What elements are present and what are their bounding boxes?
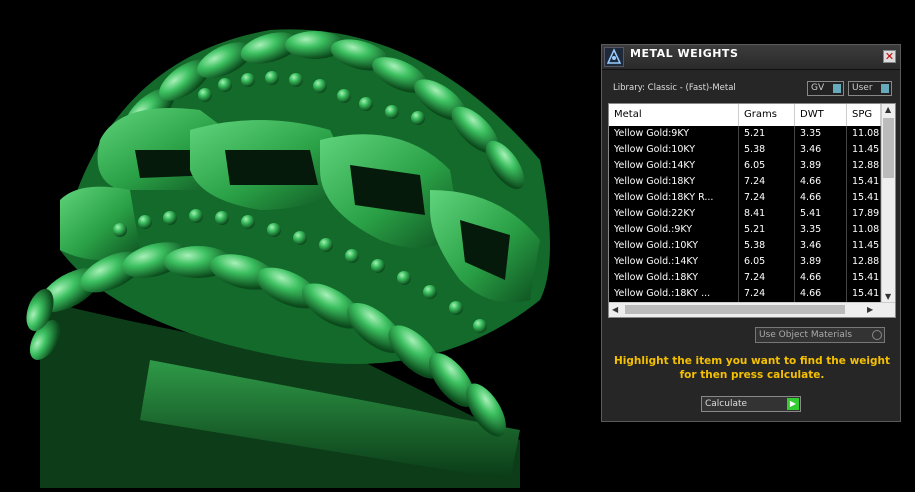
3d-viewport[interactable] [0,0,598,488]
vertical-scroll-thumb[interactable] [883,118,894,178]
table-cell-dwt: 3.46 [795,238,847,254]
table-cell-spg: 11.08 [847,126,881,142]
horizontal-scrollbar[interactable]: ◀ ▶ [609,302,895,317]
table-cell-grams: 6.05 [739,254,795,270]
ring-model[interactable] [0,0,598,488]
instruction-text: Highlight the item you want to find the … [614,355,890,381]
table-cell-spg: 15.41 [847,286,881,302]
table-cell-dwt: 3.89 [795,158,847,174]
table-cell-spg: 12.88 [847,254,881,270]
use-object-materials-button[interactable]: Use Object Materials [755,327,885,343]
table-cell-dwt: 3.46 [795,142,847,158]
table-cell-spg: 15.41 [847,270,881,286]
toggle-indicator-icon [833,84,841,93]
table-cell-grams: 5.21 [739,222,795,238]
table-cell-spg: 17.89 [847,206,881,222]
table-cell-dwt: 5.41 [795,206,847,222]
table-cell-spg: 15.41 [847,190,881,206]
play-arrow-icon[interactable]: ▶ [787,398,799,410]
table-row[interactable]: Yellow Gold:9KY 5.21 3.35 11.08 [609,126,881,142]
col-header-grams[interactable]: Grams [739,104,795,126]
table-cell-grams: 7.24 [739,174,795,190]
table-row[interactable]: Yellow Gold:10KY 5.38 3.46 11.45 [609,142,881,158]
table-cell-dwt: 4.66 [795,174,847,190]
table-row[interactable]: Yellow Gold.:18KY ... 7.24 4.66 15.41 [609,286,881,302]
user-toggle[interactable]: User [848,81,892,96]
table-cell-spg: 12.88 [847,158,881,174]
table-cell-metal: Yellow Gold.:18KY [609,270,739,286]
scroll-right-icon[interactable]: ▶ [867,305,873,314]
table-cell-metal: Yellow Gold:18KY [609,174,739,190]
table-cell-grams: 8.41 [739,206,795,222]
calculate-button[interactable]: Calculate ▶ [701,396,801,412]
toggle-indicator-icon [881,84,889,93]
table-cell-spg: 11.08 [847,222,881,238]
table-cell-metal: Yellow Gold:14KY [609,158,739,174]
table-cell-grams: 6.05 [739,158,795,174]
table-cell-metal: Yellow Gold.:18KY ... [609,286,739,302]
library-label: Library: Classic - (Fast)-Metal [613,83,736,93]
use-object-materials-label: Use Object Materials [759,330,853,340]
table-cell-grams: 7.24 [739,286,795,302]
table-row[interactable]: Yellow Gold:18KY R... 7.24 4.66 15.41 [609,190,881,206]
user-label: User [852,83,873,93]
table-row[interactable]: Yellow Gold:22KY 8.41 5.41 17.89 [609,206,881,222]
table-cell-metal: Yellow Gold.:10KY [609,238,739,254]
table-cell-dwt: 4.66 [795,286,847,302]
table-row[interactable]: Yellow Gold.:14KY 6.05 3.89 12.88 [609,254,881,270]
table-row[interactable]: Yellow Gold:14KY 6.05 3.89 12.88 [609,158,881,174]
table-cell-metal: Yellow Gold.:14KY [609,254,739,270]
table-cell-dwt: 3.35 [795,222,847,238]
close-icon[interactable]: ✕ [883,50,896,63]
table-row[interactable]: Yellow Gold.:18KY 7.24 4.66 15.41 [609,270,881,286]
metal-weights-panel: METAL WEIGHTS ✕ Library: Classic - (Fast… [601,44,901,422]
table-cell-grams: 5.38 [739,238,795,254]
scroll-down-icon[interactable]: ▼ [885,292,891,301]
vertical-scrollbar[interactable]: ▲ ▼ [881,104,895,304]
table-row[interactable]: Yellow Gold.:9KY 5.21 3.35 11.08 [609,222,881,238]
app-logo-icon [604,47,624,67]
table-cell-spg: 11.45 [847,142,881,158]
panel-titlebar[interactable]: METAL WEIGHTS ✕ [602,45,900,70]
table-row[interactable]: Yellow Gold:18KY 7.24 4.66 15.41 [609,174,881,190]
table-cell-grams: 5.38 [739,142,795,158]
horizontal-scroll-thumb[interactable] [625,305,845,314]
metal-table[interactable]: Metal Grams DWT SPG Yellow Gold:9KY 5.21 3… [608,103,896,318]
calculate-label: Calculate [705,399,748,409]
table-cell-dwt: 3.35 [795,126,847,142]
table-cell-spg: 11.45 [847,238,881,254]
table-row[interactable]: Yellow Gold.:10KY 5.38 3.46 11.45 [609,238,881,254]
table-cell-dwt: 4.66 [795,270,847,286]
table-cell-dwt: 4.66 [795,190,847,206]
scroll-left-icon[interactable]: ◀ [612,305,618,314]
table-cell-grams: 7.24 [739,270,795,286]
table-cell-metal: Yellow Gold:10KY [609,142,739,158]
table-cell-metal: Yellow Gold.:9KY [609,222,739,238]
col-header-dwt[interactable]: DWT [795,104,847,126]
gv-label: GV [811,83,825,93]
table-cell-grams: 5.21 [739,126,795,142]
col-header-metal[interactable]: Metal [609,104,739,126]
panel-title: METAL WEIGHTS [630,47,739,60]
scroll-up-icon[interactable]: ▲ [885,105,891,114]
table-cell-metal: Yellow Gold:9KY [609,126,739,142]
table-cell-metal: Yellow Gold:18KY R... [609,190,739,206]
col-header-spg[interactable]: SPG [847,104,881,126]
radio-icon[interactable] [872,330,882,340]
table-cell-spg: 15.41 [847,174,881,190]
table-cell-metal: Yellow Gold:22KY [609,206,739,222]
gv-toggle[interactable]: GV [807,81,844,96]
table-cell-dwt: 3.89 [795,254,847,270]
table-cell-grams: 7.24 [739,190,795,206]
